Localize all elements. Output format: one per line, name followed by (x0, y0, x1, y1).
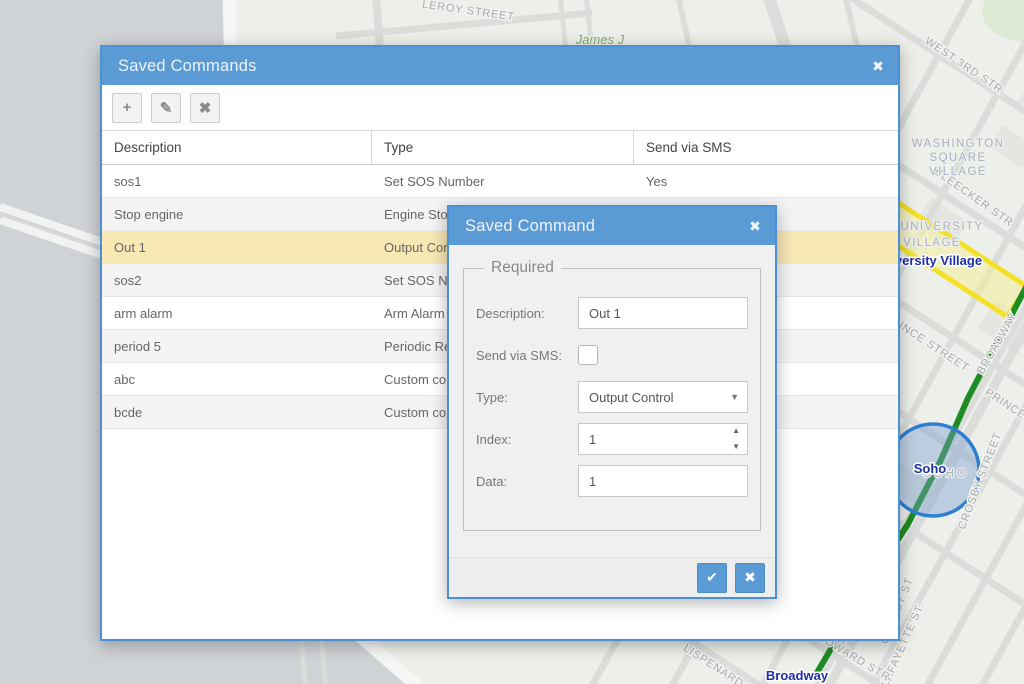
sms-row: Send via SMS: (476, 339, 748, 371)
required-legend: Required (484, 259, 561, 277)
type-select-value: Output Control (589, 390, 674, 405)
cancel-icon: ✖ (744, 569, 756, 586)
data-field[interactable] (578, 465, 748, 497)
index-label: Index: (476, 432, 578, 447)
cell-description: abc (102, 372, 372, 387)
saved-commands-title: Saved Commands (118, 57, 257, 76)
data-row: Data: (476, 465, 748, 497)
checkmark-icon: ✔ (706, 569, 718, 586)
cell-description: bcde (102, 405, 372, 420)
cell-description: Stop engine (102, 207, 372, 222)
cancel-button[interactable]: ✖ (735, 563, 765, 593)
cell-description: period 5 (102, 339, 372, 354)
pencil-icon: ✎ (160, 99, 173, 117)
column-header-description[interactable]: Description (102, 131, 372, 164)
index-row: Index: ▲ ▼ (476, 423, 748, 455)
spinner-down-icon[interactable]: ▼ (732, 443, 740, 451)
delete-icon: ✖ (199, 99, 212, 117)
description-label: Description: (476, 306, 578, 321)
sms-label: Send via SMS: (476, 348, 578, 363)
saved-command-title: Saved Command (465, 217, 595, 236)
saved-command-titlebar[interactable]: Saved Command ✖ (449, 207, 775, 245)
commands-table-header: Description Type Send via SMS (102, 131, 898, 165)
cell-description: arm alarm (102, 306, 372, 321)
delete-command-button[interactable]: ✖ (190, 93, 220, 123)
data-label: Data: (476, 474, 578, 489)
edit-command-button[interactable]: ✎ (151, 93, 181, 123)
index-stepper[interactable] (578, 423, 748, 455)
table-row[interactable]: sos1 Set SOS Number Yes (102, 165, 898, 198)
area-label-wsv-2: SQUARE (930, 152, 987, 164)
spinner-up-icon[interactable]: ▲ (732, 427, 740, 435)
column-header-type[interactable]: Type (372, 131, 634, 164)
add-command-button[interactable]: + (112, 93, 142, 123)
column-header-sms[interactable]: Send via SMS (634, 131, 898, 164)
cell-sms: Yes (634, 174, 898, 189)
close-icon[interactable]: ✖ (872, 59, 884, 73)
cell-description: Out 1 (102, 240, 372, 255)
saved-commands-titlebar[interactable]: Saved Commands ✖ (102, 47, 898, 85)
saved-command-footer: ✔ ✖ (449, 557, 775, 597)
type-row: Type: Output Control ▼ (476, 381, 748, 413)
saved-commands-toolbar: + ✎ ✖ (102, 85, 898, 131)
plus-icon: + (123, 99, 132, 116)
description-row: Description: (476, 297, 748, 329)
saved-command-body: Required Description: Send via SMS: Type… (449, 245, 775, 531)
type-select[interactable]: Output Control (578, 381, 748, 413)
ok-button[interactable]: ✔ (697, 563, 727, 593)
geofence-label-soho: Soho (914, 461, 947, 476)
cell-type: Set SOS Number (372, 174, 634, 189)
description-field[interactable] (578, 297, 748, 329)
cell-description: sos2 (102, 273, 372, 288)
sms-checkbox[interactable] (578, 345, 598, 365)
required-fieldset: Required Description: Send via SMS: Type… (463, 259, 761, 531)
type-label: Type: (476, 390, 578, 405)
cell-description: sos1 (102, 174, 372, 189)
close-icon[interactable]: ✖ (749, 219, 761, 233)
area-label-uv-2: VILLAGE (903, 237, 961, 249)
area-label-uv-1: UNIVERSITY (900, 221, 983, 233)
area-label-wsv-3: VILLAGE (929, 166, 987, 178)
geofence-label-broadway: Broadway (766, 668, 829, 683)
saved-command-dialog: Saved Command ✖ Required Description: Se… (447, 205, 777, 599)
area-label-wsv-1: WASHINGTON (912, 138, 1005, 150)
